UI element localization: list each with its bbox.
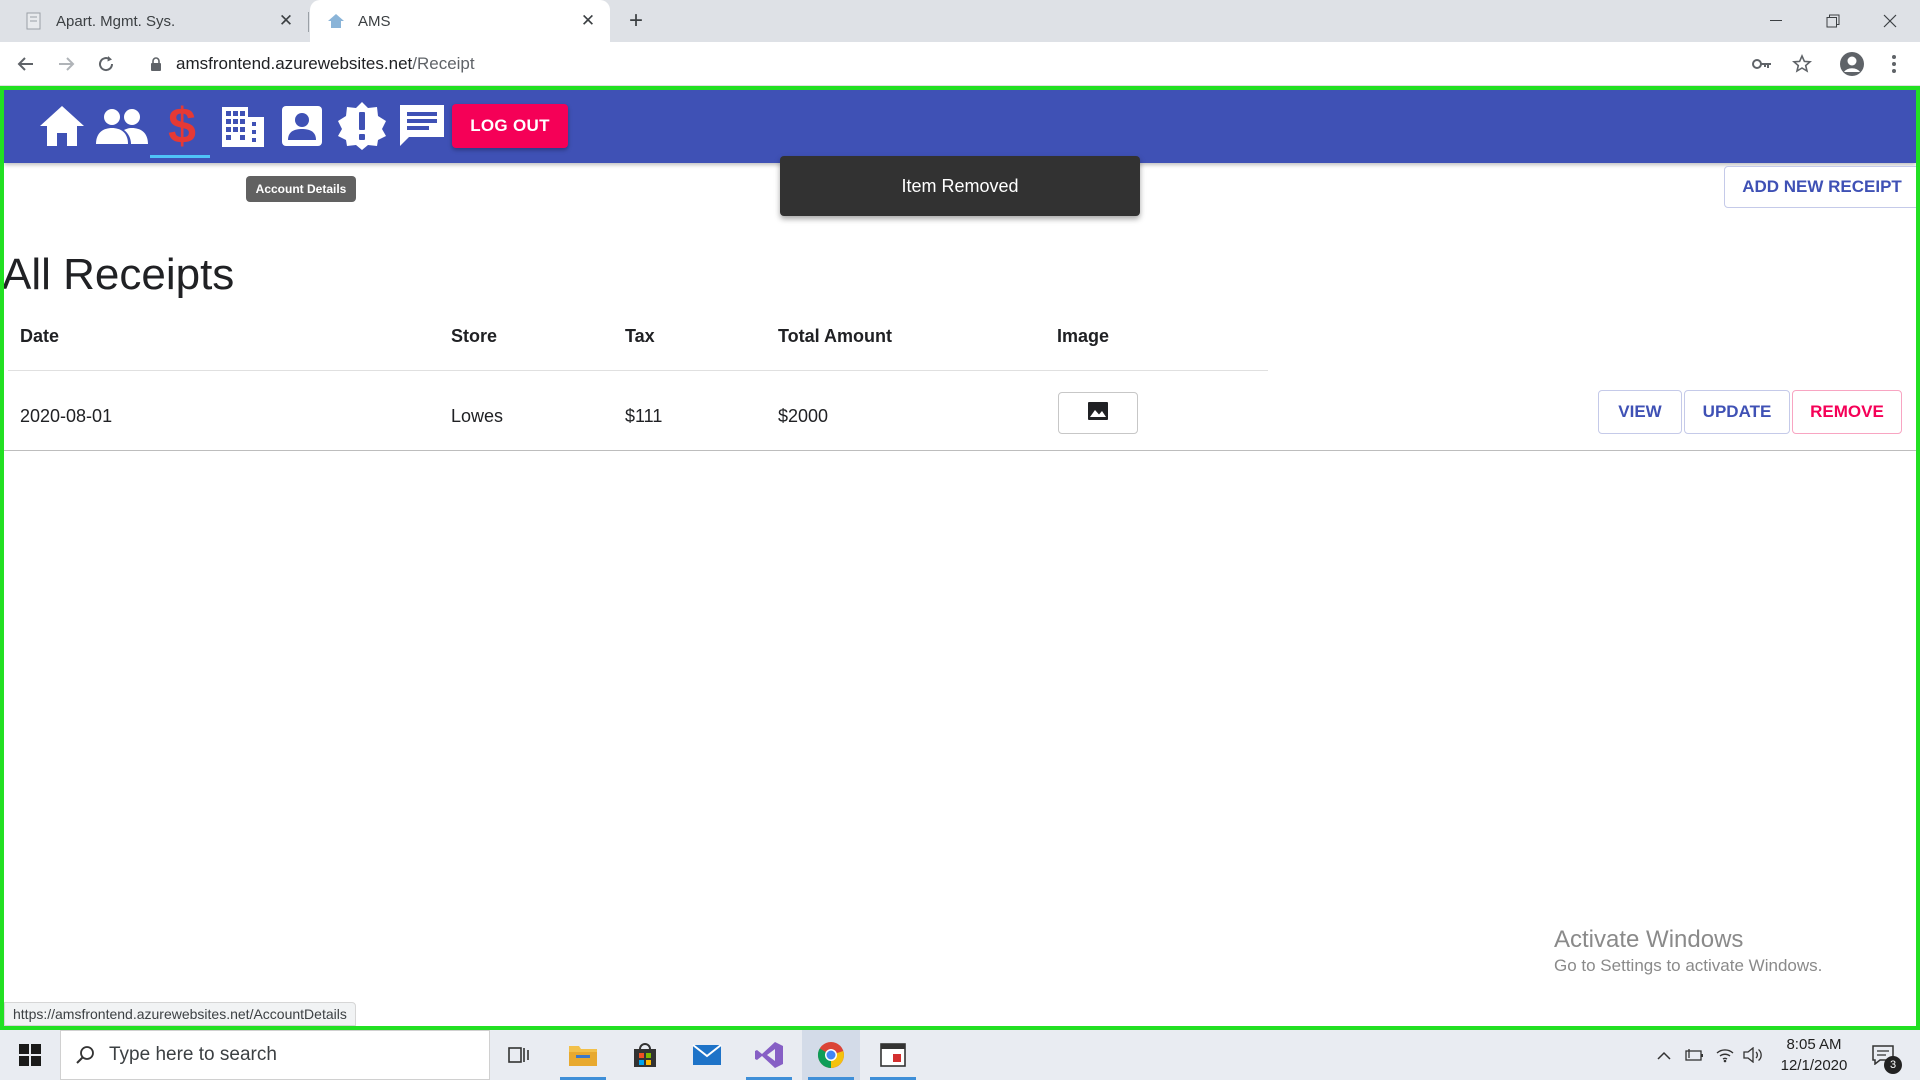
task-view-icon[interactable]: [490, 1030, 548, 1080]
forward-arrow-icon[interactable]: [52, 50, 80, 78]
image-icon: [1087, 401, 1109, 426]
notification-count-badge: 3: [1884, 1056, 1902, 1074]
chrome-icon[interactable]: [802, 1030, 860, 1080]
tab-divider: [308, 12, 309, 32]
mail-icon[interactable]: [678, 1030, 736, 1080]
store-icon[interactable]: [616, 1030, 674, 1080]
search-placeholder: Type here to search: [109, 1044, 277, 1065]
restore-icon[interactable]: [1805, 0, 1861, 42]
status-bar-url: https://amsfrontend.azurewebsites.net/Ac…: [4, 1002, 356, 1026]
app-window-icon[interactable]: [864, 1030, 922, 1080]
remove-button[interactable]: REMOVE: [1792, 390, 1902, 434]
row-divider: [4, 450, 1916, 451]
cell-store: Lowes: [451, 406, 504, 426]
url-path: /Receipt: [412, 54, 475, 73]
column-header-total: Total Amount: [778, 326, 892, 346]
image-button[interactable]: [1058, 392, 1138, 434]
column-header-image: Image: [1057, 326, 1110, 346]
cell-total: $2000: [778, 406, 829, 426]
snackbar-message: Item Removed: [780, 156, 1140, 216]
visual-studio-icon[interactable]: [740, 1030, 798, 1080]
column-header-tax: Tax: [625, 326, 655, 346]
cell-date: 2020-08-01: [20, 406, 113, 426]
tooltip-account-details: Account Details: [246, 176, 356, 202]
wifi-icon[interactable]: [1712, 1030, 1738, 1080]
taskbar-search-box[interactable]: Type here to search: [60, 1030, 490, 1080]
battery-icon[interactable]: [1682, 1030, 1708, 1080]
kebab-menu-icon[interactable]: [1880, 50, 1908, 78]
active-tab-indicator: [150, 155, 210, 158]
add-new-receipt-button[interactable]: ADD NEW RECEIPT: [1724, 166, 1916, 208]
reload-icon[interactable]: [92, 50, 120, 78]
window-close-icon[interactable]: [1862, 0, 1918, 42]
message-icon[interactable]: [394, 98, 450, 154]
file-explorer-icon[interactable]: [554, 1030, 612, 1080]
account-icon[interactable]: [274, 98, 330, 154]
key-icon[interactable]: [1748, 50, 1776, 78]
activate-windows-subtitle: Go to Settings to activate Windows.: [1554, 956, 1823, 975]
header-divider: [8, 370, 1268, 371]
windows-start-icon[interactable]: [0, 1030, 60, 1080]
windows-taskbar: Type here to search 8:05 AM 12/1/2020 3: [0, 1030, 1920, 1080]
page-viewport: $ LOG OUT Account Details Item Removed A…: [0, 86, 1920, 1030]
logout-button[interactable]: LOG OUT: [452, 104, 568, 148]
svg-text:$: $: [168, 101, 196, 151]
tab-title: AMS: [358, 12, 391, 30]
star-icon[interactable]: [1788, 50, 1816, 78]
close-icon[interactable]: ✕: [274, 9, 298, 33]
browser-tab-strip: Apart. Mgmt. Sys. ✕ AMS ✕ +: [0, 0, 1920, 42]
building-icon[interactable]: [214, 98, 270, 154]
address-bar[interactable]: amsfrontend.azurewebsites.net/Receipt: [140, 47, 1770, 81]
dollar-icon[interactable]: $: [154, 98, 210, 154]
column-header-store: Store: [451, 326, 498, 346]
close-icon[interactable]: ✕: [576, 9, 600, 33]
profile-icon[interactable]: [1838, 50, 1866, 78]
browser-toolbar: amsfrontend.azurewebsites.net/Receipt: [0, 42, 1920, 86]
people-icon[interactable]: [94, 98, 150, 154]
view-button[interactable]: VIEW: [1598, 390, 1682, 434]
tab-title: Apart. Mgmt. Sys.: [56, 12, 176, 30]
update-button[interactable]: UPDATE: [1684, 390, 1790, 434]
back-arrow-icon[interactable]: [12, 50, 40, 78]
cell-tax: $111: [625, 406, 663, 426]
minimize-icon[interactable]: [1748, 0, 1804, 42]
search-icon: [75, 1045, 95, 1065]
alert-icon[interactable]: [334, 98, 390, 154]
document-icon: [24, 11, 44, 31]
app-bar: $ LOG OUT: [4, 90, 1916, 163]
system-clock[interactable]: 8:05 AM 12/1/2020: [1762, 1034, 1866, 1076]
url-host: amsfrontend.azurewebsites.net: [176, 54, 413, 73]
home-icon[interactable]: [34, 98, 90, 154]
activate-windows-title: Activate Windows: [1554, 926, 1744, 953]
clock-time: 8:05 AM: [1786, 1036, 1842, 1053]
page-title: All Receipts: [2, 250, 235, 299]
lock-icon: [150, 56, 162, 72]
tab-apart-mgmt[interactable]: Apart. Mgmt. Sys. ✕: [8, 0, 308, 42]
tab-ams[interactable]: AMS ✕: [310, 0, 610, 42]
column-header-date: Date: [20, 326, 60, 346]
house-favicon-icon: [326, 11, 346, 31]
new-tab-button[interactable]: +: [622, 8, 650, 36]
chevron-up-icon[interactable]: [1652, 1030, 1676, 1080]
clock-date: 12/1/2020: [1780, 1057, 1848, 1074]
